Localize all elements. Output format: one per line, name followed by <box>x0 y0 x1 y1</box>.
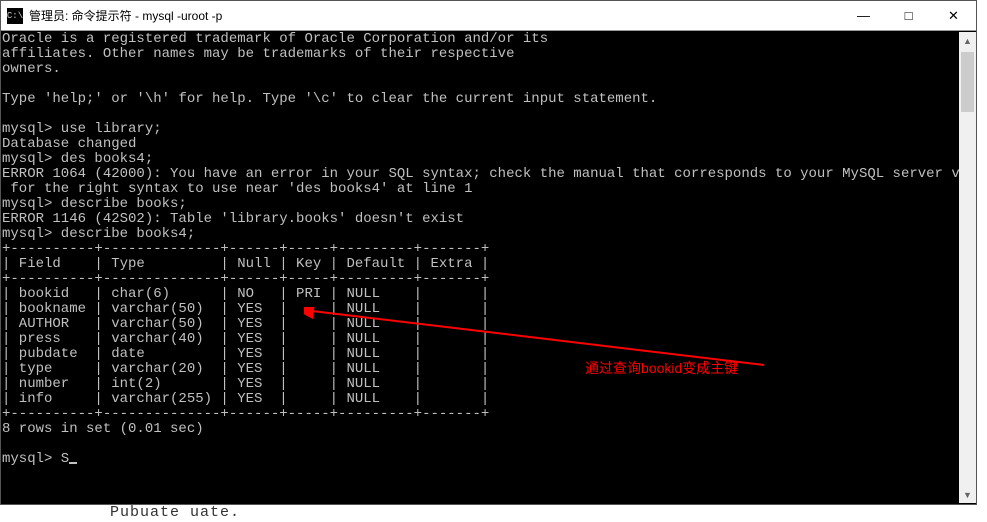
cmd-icon: C:\ <box>7 8 23 24</box>
scroll-up-icon[interactable]: ▲ <box>959 32 976 49</box>
minimize-button[interactable]: — <box>841 1 886 31</box>
table-row: | type | varchar(20) | YES | | NULL | | <box>2 361 489 377</box>
cursor-icon <box>69 462 77 464</box>
prompt-line: mysql> describe books; <box>2 196 187 212</box>
terminal-output[interactable]: Oracle is a registered trademark of Orac… <box>2 32 975 503</box>
table-row: | info | varchar(255) | YES | | NULL | | <box>2 391 489 407</box>
scroll-down-icon[interactable]: ▼ <box>959 486 976 503</box>
cmd-window: C:\ 管理员: 命令提示符 - mysql -uroot -p — □ ✕ O… <box>0 0 977 505</box>
prompt-line: mysql> describe books4; <box>2 226 195 242</box>
prompt-line: mysql> des books4; <box>2 151 153 167</box>
titlebar[interactable]: C:\ 管理员: 命令提示符 - mysql -uroot -p — □ ✕ <box>1 1 976 31</box>
table-border: +----------+--------------+------+-----+… <box>2 406 489 422</box>
table-border: +----------+--------------+------+-----+… <box>2 241 489 257</box>
table-border: +----------+--------------+------+-----+… <box>2 271 489 287</box>
table-row: | pubdate | date | YES | | NULL | | <box>2 346 489 362</box>
close-button[interactable]: ✕ <box>931 1 976 31</box>
rows-count-line: 8 rows in set (0.01 sec) <box>2 421 204 437</box>
table-row: | number | int(2) | YES | | NULL | | <box>2 376 489 392</box>
error-line: ERROR 1146 (42S02): Table 'library.books… <box>2 211 464 227</box>
error-line: ERROR 1064 (42000): You have an error in… <box>2 166 975 197</box>
table-row: | press | varchar(40) | YES | | NULL | | <box>2 331 489 347</box>
intro-text: Oracle is a registered trademark of Orac… <box>2 32 657 107</box>
maximize-button[interactable]: □ <box>886 1 931 31</box>
vertical-scrollbar[interactable]: ▲ ▼ <box>959 32 976 503</box>
window-title: 管理员: 命令提示符 - mysql -uroot -p <box>29 7 222 24</box>
table-header: | Field | Type | Null | Key | Default | … <box>2 256 489 272</box>
scrollbar-thumb[interactable] <box>961 52 974 112</box>
table-row: | bookname | varchar(50) | YES | | NULL … <box>2 301 489 317</box>
db-changed-line: Database changed <box>2 136 136 152</box>
prompt-line: mysql> S <box>2 451 69 467</box>
table-row: | bookid | char(6) | NO | PRI | NULL | | <box>2 286 489 302</box>
table-row: | AUTHOR | varchar(50) | YES | | NULL | … <box>2 316 489 332</box>
prompt-line: mysql> use library; <box>2 121 162 137</box>
